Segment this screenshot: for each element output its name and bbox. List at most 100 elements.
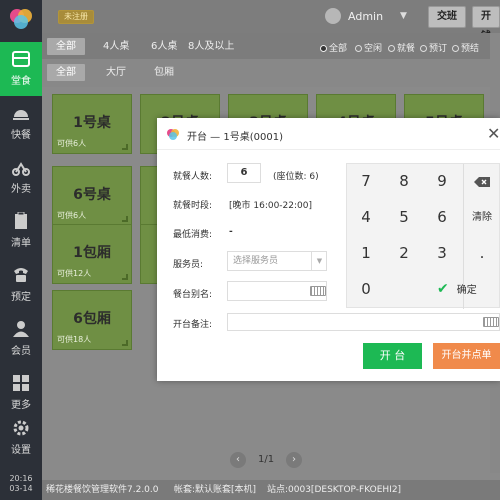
user-name[interactable]: Admin [348,10,383,23]
sidebar-item-settings[interactable]: 设置 [0,411,42,465]
close-icon[interactable]: ✕ [487,124,500,143]
table-name: 1包厢 [73,245,111,261]
open-table-button[interactable]: 开 台 [363,343,422,369]
key-7[interactable]: 7 [347,164,385,199]
grid-icon [13,375,29,391]
status-bar: 稀花楼餐饮管理软件7.2.0.0 帐套:默认账套[本机] 站点:0003[DES… [42,480,500,500]
filter-capacity-8plus[interactable]: 8人及以上 [179,38,243,55]
sidebar-item-takeaway[interactable]: 外卖 [0,150,42,204]
open-table-dialog: 开台 — 1号桌(0001) ✕ 就餐人数: 6 (座位数: 6) 就餐时段: … [157,118,500,381]
key-3[interactable]: 3 [423,236,461,271]
dialog-title: 开台 — 1号桌(0001) [187,132,283,143]
table-name: 6包厢 [73,311,111,327]
status-radio-all[interactable]: 全部 [320,41,347,54]
capacity-filter-bar: 全部 4人桌 6人桌 8人及以上 全部 空闲 就餐 预订 预结 [42,33,500,59]
chevron-down-icon[interactable]: ▼ [311,252,327,270]
filter-area-hall[interactable]: 大厅 [97,64,135,81]
sidebar-item-label: 快餐 [11,130,31,141]
sidebar-item-label: 堂食 [11,76,31,87]
filter-area-private-room[interactable]: 包厢 [145,64,183,81]
status-radio-reserved[interactable]: 预订 [420,41,447,54]
check-icon: ✔ [437,281,449,297]
clock-date: 03-14 [9,484,33,493]
period-value: [晚市 16:00-22:00] [229,201,313,211]
sidebar-item-label: 会员 [11,346,31,357]
key-2[interactable]: 2 [385,236,423,271]
station-info: 站点:0003[DESKTOP-FKOEHI2] [267,485,402,495]
chevron-down-icon[interactable]: ▼ [400,11,407,21]
alias-label: 餐台别名: [173,290,213,300]
status-radio-prebill[interactable]: 预结 [452,41,479,54]
table-tile[interactable]: 6号桌 可供6人 [52,166,132,226]
key-dot[interactable]: . [463,236,500,271]
diners-input[interactable]: 6 [227,163,261,183]
unregistered-badge[interactable]: 未注册 [58,10,94,24]
table-capacity: 可供6人 [57,139,87,148]
area-filter-bar: 全部 大厅 包厢 [42,59,500,87]
clock-time: 20:16 [9,474,33,483]
confirm-button[interactable]: ✔ 确定 [423,272,499,307]
key-8[interactable]: 8 [385,164,423,199]
sidebar-item-label: 外卖 [11,184,31,195]
period-label: 就餐时段: [173,201,213,211]
clock: 20:16 03-14 [0,474,42,494]
numeric-keypad: 7 8 9 4 5 6 清除 1 2 3 . 0 ✔ 确定 [346,163,500,309]
seats-note: (座位数: 6) [273,172,319,182]
corner-mark [122,216,128,222]
sidebar-item-member[interactable]: 会员 [0,312,42,366]
key-9[interactable]: 9 [423,164,461,199]
member-icon [13,321,29,337]
key-5[interactable]: 5 [385,200,423,235]
min-spend-value: - [229,227,233,237]
filter-capacity-all[interactable]: 全部 [47,38,85,55]
backspace-button[interactable] [463,164,500,199]
app-logo-icon [167,129,179,140]
page-indicator: 1/1 [258,454,275,465]
next-page-button[interactable]: › [286,452,302,468]
remark-input[interactable] [227,313,500,331]
gear-icon [13,420,29,436]
clear-button[interactable]: 清除 [463,200,500,235]
sidebar-item-reserve[interactable]: 预定 [0,258,42,312]
table-tile[interactable]: 1号桌 可供6人 [52,94,132,154]
corner-mark [122,144,128,150]
app-version: 稀花楼餐饮管理软件7.2.0.0 [46,485,159,495]
status-radio-dining[interactable]: 就餐 [388,41,415,54]
sidebar-item-list[interactable]: 清单 [0,204,42,258]
dialog-header: 开台 — 1号桌(0001) ✕ [157,118,500,150]
min-spend-label: 最低消费: [173,230,213,240]
keyboard-icon[interactable] [483,317,499,327]
key-1[interactable]: 1 [347,236,385,271]
dine-in-icon [12,51,30,67]
keyboard-icon[interactable] [310,286,326,296]
sidebar-item-label: 清单 [11,238,31,249]
phone-icon [14,268,28,282]
sidebar-item-dine-in[interactable]: 堂食 [0,42,42,96]
sidebar: 堂食 快餐 外卖 清单 预定 会员 更多 设置 20:16 03-14 [0,0,42,500]
pagination: ‹ 1/1 › [230,452,310,468]
table-tile[interactable]: 6包厢 可供18人 [52,290,132,350]
table-name: 1号桌 [73,115,111,131]
open-cash-drawer-button[interactable]: 开钱箱 [472,6,500,62]
sidebar-item-label: 预定 [11,292,31,303]
filter-capacity-4[interactable]: 4人桌 [94,38,138,55]
open-and-order-button[interactable]: 开台并点单 [433,343,500,369]
key-6[interactable]: 6 [423,200,461,235]
corner-mark [122,274,128,280]
waiter-label: 服务员: [173,260,204,270]
cloche-icon [13,110,29,120]
filter-area-all[interactable]: 全部 [47,64,85,81]
corner-mark [122,340,128,346]
shift-handover-button[interactable]: 交班 [428,6,466,28]
key-0[interactable]: 0 [347,272,385,307]
sidebar-item-fast-food[interactable]: 快餐 [0,96,42,150]
avatar [325,8,341,24]
prev-page-button[interactable]: ‹ [230,452,246,468]
account-info: 帐套:默认账套[本机] [174,485,257,495]
table-capacity: 可供12人 [57,269,92,278]
sidebar-item-label: 设置 [11,445,31,456]
table-tile[interactable]: 1包厢 可供12人 [52,224,132,284]
backspace-icon [474,176,490,187]
key-4[interactable]: 4 [347,200,385,235]
status-radio-free[interactable]: 空闲 [355,41,382,54]
